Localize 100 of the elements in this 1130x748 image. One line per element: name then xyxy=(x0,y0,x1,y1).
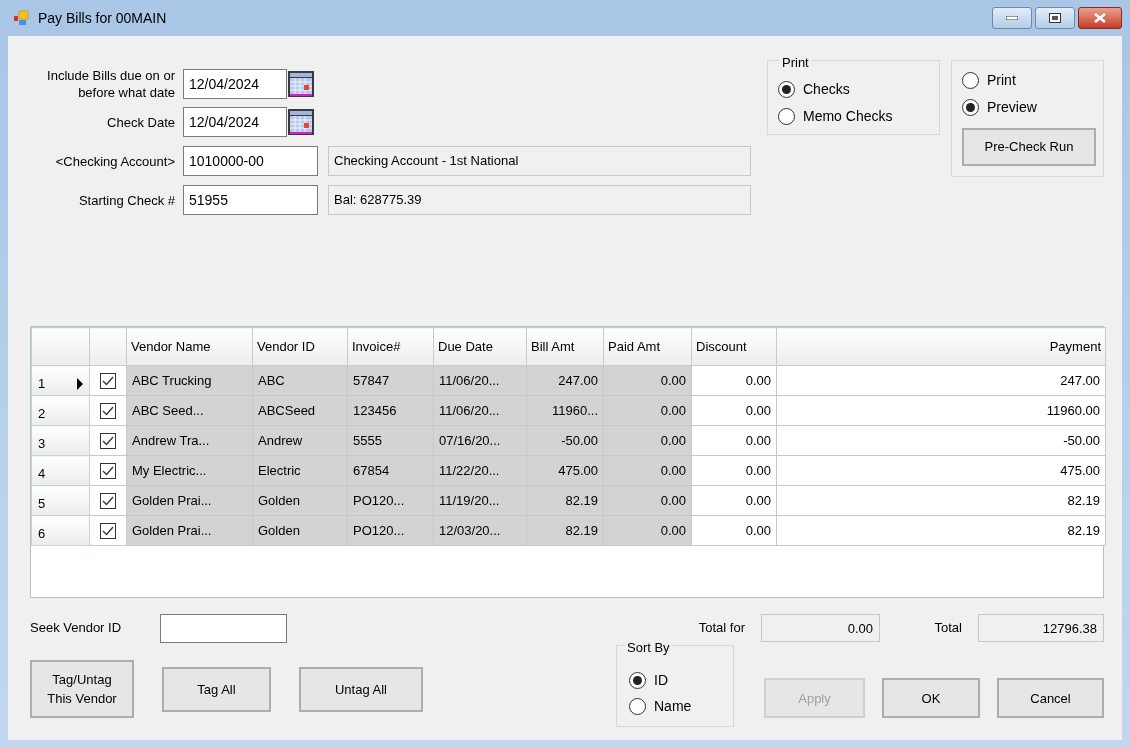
pre-check-run-button[interactable]: Pre-Check Run xyxy=(962,128,1096,166)
radio-button[interactable] xyxy=(778,108,795,125)
text-field[interactable]: 51955 xyxy=(183,185,318,215)
radio-button[interactable] xyxy=(778,81,795,98)
info-box: Bal: 628775.39 xyxy=(328,185,751,215)
restore-icon xyxy=(1049,13,1061,23)
radio-button[interactable] xyxy=(962,72,979,89)
column-header[interactable]: Payment xyxy=(776,327,1106,366)
table-cell: 07/16/20... xyxy=(433,425,527,456)
row-header[interactable]: 3 xyxy=(31,425,90,456)
seek-vendor-field[interactable] xyxy=(160,613,287,643)
table-cell: Golden xyxy=(252,515,348,546)
table-cell: 0.00 xyxy=(603,485,692,516)
tag-button[interactable]: Tag All xyxy=(162,666,271,712)
table-cell: 57847 xyxy=(347,365,434,396)
seek-vendor-label: Seek Vendor ID xyxy=(30,619,123,638)
table-cell: My Electric... xyxy=(126,455,253,486)
column-header[interactable]: Invoice# xyxy=(347,327,434,366)
calendar-icon[interactable] xyxy=(287,70,315,98)
table-cell: 11/19/20... xyxy=(433,485,527,516)
info-box: Checking Account - 1st National xyxy=(328,146,751,176)
window-title: Pay Bills for 00MAIN xyxy=(38,8,167,28)
column-header[interactable]: Vendor Name xyxy=(126,327,253,366)
table-cell: 0.00 xyxy=(691,365,777,396)
radio-label: Name xyxy=(654,697,692,716)
radio-button[interactable] xyxy=(962,99,979,116)
checkbox[interactable] xyxy=(100,462,116,479)
checkbox[interactable] xyxy=(100,372,116,389)
table-cell: 0.00 xyxy=(691,425,777,456)
row-header[interactable]: 2 xyxy=(31,395,90,426)
current-row-icon xyxy=(77,377,83,390)
dialog-button[interactable]: Cancel xyxy=(997,678,1104,718)
row-number: 2 xyxy=(38,404,46,423)
row-header[interactable]: 6 xyxy=(31,515,90,546)
calendar-icon[interactable] xyxy=(287,108,315,136)
radio-label: ID xyxy=(654,671,668,690)
table-cell: 11960... xyxy=(526,395,604,426)
field-label: <Checking Account> xyxy=(54,152,175,170)
table-cell: 0.00 xyxy=(691,455,777,486)
column-header[interactable]: Vendor ID xyxy=(252,327,348,366)
table-cell: ABC xyxy=(252,365,348,396)
minimize-icon xyxy=(1006,16,1018,20)
table-cell: Electric xyxy=(252,455,348,486)
checkbox[interactable] xyxy=(100,432,116,449)
app-icon xyxy=(14,10,30,26)
table-cell: 82.19 xyxy=(776,515,1106,546)
table-cell: 82.19 xyxy=(526,515,604,546)
checkbox[interactable] xyxy=(100,492,116,509)
table-cell: ABCSeed xyxy=(252,395,348,426)
radio-button[interactable] xyxy=(629,698,646,715)
table-cell: 0.00 xyxy=(603,515,692,546)
table-cell: 11/06/20... xyxy=(433,395,527,426)
table-cell: 82.19 xyxy=(526,485,604,516)
table-cell: 0.00 xyxy=(691,485,777,516)
close-button[interactable] xyxy=(1078,7,1122,29)
date-field[interactable]: 12/04/2024 xyxy=(183,69,287,99)
table-cell: -50.00 xyxy=(526,425,604,456)
tag-button[interactable]: Untag All xyxy=(299,666,423,712)
column-header[interactable]: Due Date xyxy=(433,327,527,366)
date-field[interactable]: 12/04/2024 xyxy=(183,107,287,137)
check-icon xyxy=(102,465,114,476)
row-header[interactable]: 4 xyxy=(31,455,90,486)
field-label: Check Date xyxy=(106,113,175,131)
table-cell: ABC Trucking xyxy=(126,365,253,396)
table-cell: 12/03/20... xyxy=(433,515,527,546)
row-number: 6 xyxy=(38,524,46,543)
table-cell: PO120... xyxy=(347,515,434,546)
check-icon xyxy=(102,525,114,536)
check-icon xyxy=(102,495,114,506)
row-header[interactable]: 1 xyxy=(31,365,90,396)
table-cell: 67854 xyxy=(347,455,434,486)
check-icon xyxy=(102,435,114,446)
row-number: 3 xyxy=(38,434,46,453)
dialog-button[interactable]: OK xyxy=(882,678,980,718)
table-cell: 0.00 xyxy=(691,395,777,426)
radio-label: Print xyxy=(987,71,1016,90)
table-cell: 123456 xyxy=(347,395,434,426)
radio-label: Preview xyxy=(987,98,1037,117)
table-cell: 247.00 xyxy=(526,365,604,396)
table-cell: 247.00 xyxy=(776,365,1106,396)
table-cell: ABC Seed... xyxy=(126,395,253,426)
column-header[interactable]: Paid Amt xyxy=(603,327,692,366)
table-cell: Andrew xyxy=(252,425,348,456)
table-cell: 0.00 xyxy=(603,455,692,486)
checkbox[interactable] xyxy=(100,402,116,419)
table-cell: Andrew Tra... xyxy=(126,425,253,456)
tag-button[interactable]: Tag/Untag This Vendor xyxy=(30,660,134,718)
maximize-button[interactable] xyxy=(1035,7,1075,29)
table-cell: 82.19 xyxy=(776,485,1106,516)
column-header[interactable]: Discount xyxy=(691,327,777,366)
field-label: Starting Check # xyxy=(77,191,175,209)
row-number: 1 xyxy=(38,374,46,393)
text-field[interactable]: 1010000-00 xyxy=(183,146,318,176)
table-cell: 0.00 xyxy=(603,395,692,426)
radio-button[interactable] xyxy=(629,672,646,689)
row-header[interactable]: 5 xyxy=(31,485,90,516)
checkbox[interactable] xyxy=(100,522,116,539)
table-cell: Golden Prai... xyxy=(126,485,253,516)
table-cell: 11/22/20... xyxy=(433,455,527,486)
column-header[interactable]: Bill Amt xyxy=(526,327,604,366)
